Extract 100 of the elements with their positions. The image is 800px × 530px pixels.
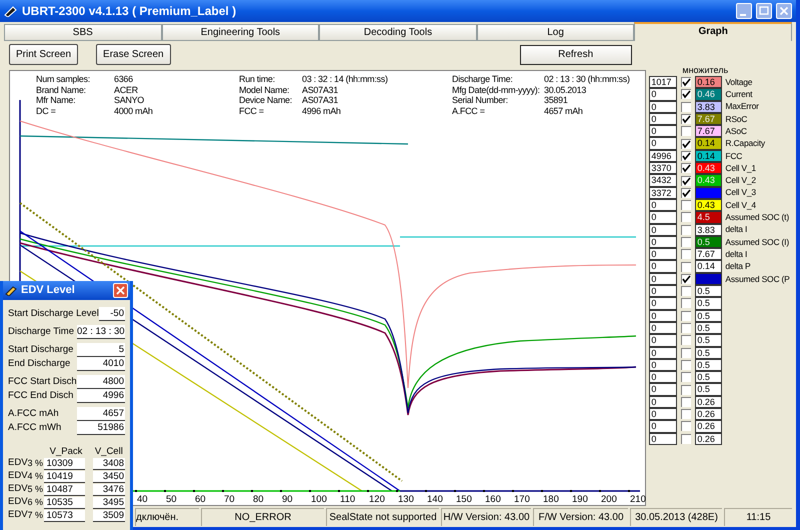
value-field[interactable]: 3372 <box>649 186 678 199</box>
toolbar-button[interactable]: Erase Screen <box>96 44 171 65</box>
multiplier-field[interactable]: 0.14 <box>695 150 722 162</box>
input-field[interactable]: 02 : 13 : 30 <box>77 325 125 339</box>
value-field[interactable]: 0 <box>649 297 678 310</box>
input-field[interactable]: -50 <box>98 307 125 321</box>
checkbox[interactable] <box>681 249 692 260</box>
checkbox[interactable] <box>681 310 692 321</box>
multiplier-field[interactable]: 0.5 <box>695 346 722 359</box>
minimize-button[interactable] <box>736 3 752 19</box>
checkbox[interactable] <box>681 348 692 358</box>
value-field[interactable]: 0 <box>649 211 678 224</box>
multiplier-field[interactable]: 0.26 <box>695 420 722 433</box>
multiplier-field[interactable]: 7.67 <box>695 248 722 260</box>
multiplier-field[interactable]: 0.5 <box>695 285 722 298</box>
value-field[interactable]: 0 <box>649 260 678 273</box>
value-field[interactable]: 0 <box>649 432 678 445</box>
value-field[interactable]: 4996 <box>649 150 678 162</box>
tab[interactable]: Graph <box>634 22 792 41</box>
checkbox[interactable] <box>681 126 692 136</box>
checkbox[interactable] <box>681 89 692 100</box>
multiplier-field[interactable]: 0.14 <box>695 260 722 273</box>
tab[interactable]: SBS <box>4 24 162 41</box>
value-field[interactable]: 0 <box>649 224 678 236</box>
multiplier-field[interactable]: 0.5 <box>695 334 722 347</box>
value-field[interactable]: 0 <box>649 285 678 298</box>
input-field[interactable]: 5 <box>77 343 125 357</box>
value-field[interactable]: 0 <box>649 383 678 396</box>
value-field[interactable]: 3370 <box>649 162 678 174</box>
multiplier-field[interactable] <box>695 272 722 286</box>
value-field[interactable]: 0 <box>649 88 678 101</box>
value-field[interactable]: 0 <box>649 322 678 334</box>
checkbox[interactable] <box>681 421 692 432</box>
value-field[interactable]: 0 <box>649 334 678 347</box>
refresh-button[interactable]: Refresh <box>520 44 632 64</box>
value-field[interactable]: 0 <box>649 420 678 433</box>
input-field[interactable]: 4800 <box>77 375 125 389</box>
value-field[interactable]: 0 <box>649 112 678 126</box>
checkbox[interactable] <box>681 372 692 382</box>
value-field[interactable]: 0 <box>649 248 678 260</box>
multiplier-field[interactable]: 0.43 <box>695 198 722 212</box>
checkbox[interactable] <box>681 262 692 272</box>
checkbox[interactable] <box>681 323 692 334</box>
value-field[interactable]: 0 <box>649 346 678 359</box>
input-field[interactable]: 4010 <box>77 357 125 371</box>
checkbox[interactable] <box>681 237 692 247</box>
checkbox[interactable] <box>681 150 692 161</box>
checkbox[interactable] <box>681 200 692 210</box>
checkbox[interactable] <box>681 335 692 346</box>
multiplier-field[interactable]: 0.14 <box>695 137 722 150</box>
value-field[interactable]: 0 <box>649 100 678 113</box>
value-field[interactable]: 0 <box>649 137 678 150</box>
value-field[interactable]: 0 <box>649 408 678 420</box>
multiplier-field[interactable]: 0.26 <box>695 432 722 445</box>
value-field[interactable]: 0 <box>649 125 678 138</box>
tab[interactable]: Engineering Tools <box>162 24 320 41</box>
input-field[interactable]: 51986 <box>77 421 125 435</box>
value-field[interactable]: 0 <box>649 236 678 248</box>
maximize-button[interactable] <box>756 3 772 19</box>
multiplier-field[interactable]: 0.5 <box>695 358 722 372</box>
value-field[interactable]: 0 <box>649 371 678 384</box>
checkbox[interactable] <box>681 286 692 296</box>
multiplier-field[interactable]: 0.5 <box>695 297 722 310</box>
tab[interactable]: Log <box>476 24 634 41</box>
checkbox[interactable] <box>681 188 692 198</box>
multiplier-field[interactable]: 0.26 <box>695 408 722 420</box>
multiplier-field[interactable] <box>695 186 722 199</box>
multiplier-field[interactable]: 0.5 <box>695 371 722 384</box>
multiplier-field[interactable]: 0.46 <box>695 88 722 101</box>
multiplier-field[interactable]: 3.83 <box>695 224 722 236</box>
multiplier-field[interactable]: 0.5 <box>695 322 722 334</box>
value-field[interactable]: 0 <box>649 358 678 372</box>
close-button[interactable] <box>113 283 128 298</box>
multiplier-field[interactable]: 4.5 <box>695 211 722 224</box>
tab[interactable]: Decoding Tools <box>319 24 477 41</box>
checkbox[interactable] <box>681 298 692 308</box>
checkbox[interactable] <box>681 176 692 186</box>
multiplier-field[interactable]: 7.67 <box>695 125 722 138</box>
checkbox[interactable] <box>681 77 692 88</box>
checkbox[interactable] <box>681 274 692 284</box>
multiplier-field[interactable]: 0.5 <box>695 383 722 396</box>
multiplier-field[interactable]: 0.16 <box>695 76 722 88</box>
checkbox[interactable] <box>681 360 692 370</box>
multiplier-field[interactable]: 7.67 <box>695 112 722 126</box>
value-field[interactable]: 0 <box>649 272 678 286</box>
checkbox[interactable] <box>681 396 692 407</box>
close-button[interactable] <box>776 3 792 19</box>
multiplier-field[interactable]: 0.5 <box>695 310 722 322</box>
value-field[interactable]: 1017 <box>649 76 678 88</box>
checkbox[interactable] <box>681 102 692 112</box>
value-field[interactable]: 0 <box>649 310 678 322</box>
checkbox[interactable] <box>681 212 692 222</box>
value-field[interactable]: 0 <box>649 198 678 212</box>
checkbox[interactable] <box>681 384 692 395</box>
checkbox[interactable] <box>681 163 692 174</box>
multiplier-field[interactable]: 0.5 <box>695 236 722 248</box>
toolbar-button[interactable]: Print Screen <box>9 44 78 65</box>
checkbox[interactable] <box>681 224 692 235</box>
multiplier-field[interactable]: 0.26 <box>695 396 722 408</box>
checkbox[interactable] <box>681 114 692 124</box>
